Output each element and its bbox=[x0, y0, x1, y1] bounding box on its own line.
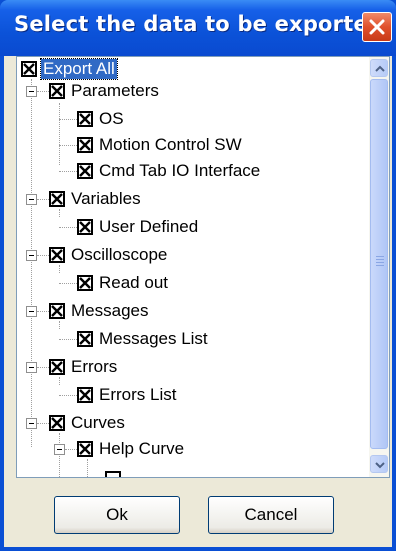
expander-parameters[interactable] bbox=[26, 86, 37, 97]
os-checkbox[interactable] bbox=[77, 111, 93, 127]
title-bar[interactable]: Select the data to be exported. bbox=[0, 0, 396, 56]
checkmark-icon bbox=[79, 139, 91, 151]
scroll-up-button[interactable] bbox=[370, 59, 388, 77]
checkmark-icon bbox=[51, 193, 63, 205]
checkmark-icon bbox=[51, 85, 63, 97]
messages-checkbox[interactable] bbox=[49, 303, 65, 319]
close-button[interactable] bbox=[362, 12, 392, 42]
checkmark-icon bbox=[79, 221, 91, 233]
dialog-title: Select the data to be exported. bbox=[14, 12, 392, 36]
tree-node-label: Messages List bbox=[99, 329, 208, 348]
curves-checkbox[interactable] bbox=[49, 415, 65, 431]
tree-node-label: Read out bbox=[99, 273, 168, 292]
close-icon bbox=[369, 19, 385, 35]
expander-curves[interactable] bbox=[26, 418, 37, 429]
tree-node-label: Errors List bbox=[99, 385, 177, 404]
user-defined-checkbox[interactable] bbox=[77, 219, 93, 235]
tree-node-label: Help Curve bbox=[99, 439, 185, 458]
oscilloscope-checkbox[interactable] bbox=[49, 247, 65, 263]
checkmark-icon bbox=[79, 165, 91, 177]
variables-checkbox[interactable] bbox=[49, 191, 65, 207]
chevron-up-icon bbox=[375, 65, 385, 72]
tree-node-label: Variables bbox=[71, 189, 141, 208]
errors-checkbox[interactable] bbox=[49, 359, 65, 375]
tree-node-label: Parameters bbox=[71, 81, 159, 100]
chevron-down-icon bbox=[375, 462, 385, 469]
cancel-button[interactable]: Cancel bbox=[208, 496, 334, 534]
tree-node-label: User Defined bbox=[99, 217, 199, 236]
export-tree-view: Export All Parameters OS Motion Control … bbox=[16, 56, 390, 478]
tree-node-label: Oscilloscope bbox=[71, 245, 168, 264]
tree-node-label: Export All bbox=[40, 58, 118, 80]
scroll-down-button[interactable] bbox=[370, 455, 388, 473]
checkmark-icon bbox=[23, 63, 35, 75]
tree-node-label: Cmd Tab IO Interface bbox=[99, 161, 261, 180]
checkmark-icon bbox=[51, 417, 63, 429]
checkmark-icon bbox=[79, 277, 91, 289]
checkmark-icon bbox=[51, 249, 63, 261]
dialog-body: Export All Parameters OS Motion Control … bbox=[4, 56, 392, 547]
motion-control-sw-checkbox[interactable] bbox=[77, 137, 93, 153]
checkmark-icon bbox=[79, 389, 91, 401]
messages-list-checkbox[interactable] bbox=[77, 331, 93, 347]
tree-node-label: Errors bbox=[71, 357, 118, 376]
export-all-checkbox[interactable] bbox=[21, 61, 37, 77]
tree-node-label: OS bbox=[99, 109, 124, 128]
expander-variables[interactable] bbox=[26, 194, 37, 205]
export-dialog: Select the data to be exported. Export A… bbox=[0, 0, 396, 551]
expander-messages[interactable] bbox=[26, 306, 37, 317]
parameters-checkbox[interactable] bbox=[49, 83, 65, 99]
checkmark-icon bbox=[51, 305, 63, 317]
checkmark-icon bbox=[79, 443, 91, 455]
partial-checkbox[interactable] bbox=[105, 471, 121, 477]
vertical-scrollbar[interactable] bbox=[369, 57, 389, 477]
expander-oscilloscope[interactable] bbox=[26, 250, 37, 261]
tree-node-label: Curves bbox=[71, 413, 125, 432]
expander-help-curve[interactable] bbox=[54, 444, 65, 455]
checkmark-icon bbox=[51, 361, 63, 373]
cmd-tab-io-interface-checkbox[interactable] bbox=[77, 163, 93, 179]
read-out-checkbox[interactable] bbox=[77, 275, 93, 291]
expander-errors[interactable] bbox=[26, 362, 37, 373]
tree-node-label: Motion Control SW bbox=[99, 135, 242, 154]
checkmark-icon bbox=[79, 113, 91, 125]
checkmark-icon bbox=[79, 333, 91, 345]
tree-node-label: Messages bbox=[71, 301, 149, 320]
errors-list-checkbox[interactable] bbox=[77, 387, 93, 403]
ok-button[interactable]: Ok bbox=[54, 496, 180, 534]
help-curve-checkbox[interactable] bbox=[77, 441, 93, 457]
scroll-thumb[interactable] bbox=[370, 79, 388, 449]
tree-content: Export All Parameters OS Motion Control … bbox=[17, 57, 369, 477]
